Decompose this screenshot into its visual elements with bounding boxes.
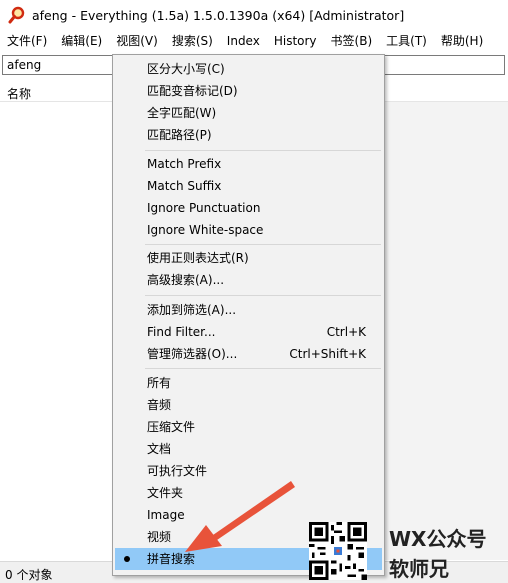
menu-search[interactable]: 搜索(S): [165, 30, 220, 52]
menu-item-advanced-search[interactable]: 高级搜索(A)...: [115, 269, 382, 291]
watermark-line1: WX公众号: [389, 527, 487, 551]
menu-edit[interactable]: 编辑(E): [54, 30, 109, 52]
menu-item-match-case[interactable]: 区分大小写(C): [115, 58, 382, 80]
menu-bookmarks[interactable]: 书签(B): [324, 30, 380, 52]
title-bar: afeng - Everything (1.5a) 1.5.0.1390a (x…: [0, 0, 508, 30]
menu-item-ignore-punctuation[interactable]: Ignore Punctuation: [115, 197, 382, 219]
menu-item-filter-folder[interactable]: 文件夹: [115, 482, 382, 504]
menu-index[interactable]: Index: [220, 30, 267, 52]
menu-item-label: 拼音搜索: [147, 552, 196, 566]
menu-item-label: 文件夹: [147, 486, 184, 500]
menu-file[interactable]: 文件(F): [0, 30, 54, 52]
menu-item-label: 所有: [147, 376, 172, 390]
menu-item-label: Match Suffix: [147, 179, 222, 193]
menu-separator: [145, 295, 381, 296]
search-menu-dropdown: 区分大小写(C) 匹配变音标记(D) 全字匹配(W) 匹配路径(P) Match…: [112, 54, 385, 576]
menu-item-match-prefix[interactable]: Match Prefix: [115, 153, 382, 175]
menu-item-label: 使用正则表达式(R): [147, 251, 249, 265]
menu-separator: [145, 150, 381, 151]
search-input-end: [383, 55, 505, 75]
magnifier-icon: [8, 6, 25, 24]
menu-item-label: 管理筛选器(O)...: [147, 347, 238, 361]
menu-item-label: 文档: [147, 442, 172, 456]
window-title: afeng - Everything (1.5a) 1.5.0.1390a (x…: [32, 7, 405, 23]
menu-item-label: 添加到筛选(A)...: [147, 303, 237, 317]
menu-separator: [145, 368, 381, 369]
menu-item-match-whole-word[interactable]: 全字匹配(W): [115, 102, 382, 124]
menu-item-label: 高级搜索(A)...: [147, 273, 225, 287]
menu-item-match-suffix[interactable]: Match Suffix: [115, 175, 382, 197]
menu-item-filter-compressed[interactable]: 压缩文件: [115, 416, 382, 438]
column-header-label: 名称: [7, 87, 32, 101]
menu-item-label: 视频: [147, 530, 172, 544]
menu-item-organize-filters[interactable]: 管理筛选器(O)... Ctrl+Shift+K: [115, 343, 382, 365]
menu-item-label: 音频: [147, 398, 172, 412]
menu-item-use-regex[interactable]: 使用正则表达式(R): [115, 247, 382, 269]
menu-item-label: 全字匹配(W): [147, 106, 217, 120]
menu-item-label: 压缩文件: [147, 420, 196, 434]
status-text: 0 个对象: [5, 568, 53, 582]
menu-item-filter-audio[interactable]: 音频: [115, 394, 382, 416]
menu-view[interactable]: 视图(V): [109, 30, 165, 52]
search-input[interactable]: [2, 55, 112, 75]
menu-item-label: Image: [147, 508, 185, 522]
menu-item-shortcut: Ctrl+Shift+K: [289, 347, 366, 361]
qr-code-icon: [309, 522, 367, 580]
watermark-line2: 软师兄: [389, 557, 449, 581]
menu-tools[interactable]: 工具(T): [379, 30, 434, 52]
menu-item-label: Ignore White-space: [147, 223, 264, 237]
menu-help[interactable]: 帮助(H): [434, 30, 490, 52]
menu-item-label: Ignore Punctuation: [147, 201, 261, 215]
menu-item-filter-all[interactable]: 所有: [115, 372, 382, 394]
menu-history[interactable]: History: [267, 30, 324, 52]
menu-item-label: Find Filter...: [147, 325, 216, 339]
menu-item-label: 区分大小写(C): [147, 62, 225, 76]
menu-item-match-diacritics[interactable]: 匹配变音标记(D): [115, 80, 382, 102]
menu-item-add-to-filters[interactable]: 添加到筛选(A)...: [115, 299, 382, 321]
bullet-icon: [124, 556, 130, 562]
menu-item-label: 匹配变音标记(D): [147, 84, 238, 98]
menu-item-label: Match Prefix: [147, 157, 222, 171]
menu-item-label: 可执行文件: [147, 464, 208, 478]
menu-item-shortcut: Ctrl+K: [326, 325, 366, 339]
menu-item-match-path[interactable]: 匹配路径(P): [115, 124, 382, 146]
menu-item-ignore-whitespace[interactable]: Ignore White-space: [115, 219, 382, 241]
menu-item-filter-document[interactable]: 文档: [115, 438, 382, 460]
menu-bar: 文件(F) 编辑(E) 视图(V) 搜索(S) Index History 书签…: [0, 30, 508, 52]
menu-separator: [145, 244, 381, 245]
menu-item-filter-executable[interactable]: 可执行文件: [115, 460, 382, 482]
list-empty-area: [385, 102, 508, 560]
menu-item-label: 匹配路径(P): [147, 128, 212, 142]
menu-item-find-filter[interactable]: Find Filter... Ctrl+K: [115, 321, 382, 343]
watermark: WX公众号 软师兄: [305, 520, 508, 583]
